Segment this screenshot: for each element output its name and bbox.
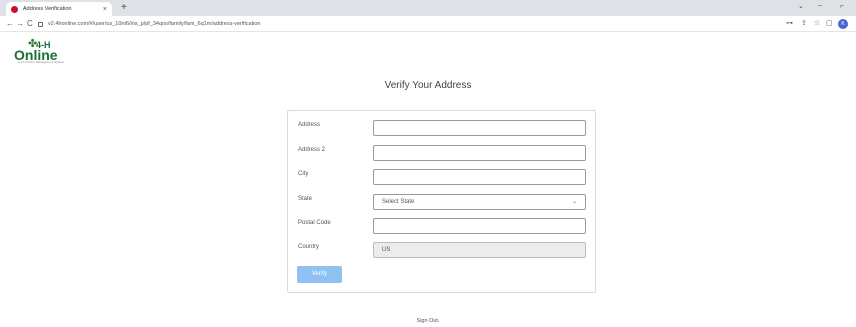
city-label: City xyxy=(298,171,309,177)
tab-search-icon[interactable]: ⌄ xyxy=(798,2,804,12)
tab-close-icon[interactable]: × xyxy=(103,6,107,13)
country-input: US xyxy=(373,242,586,258)
logo-tagline: A 4-H Online Management System xyxy=(18,60,65,64)
share-icon[interactable]: ⇪ xyxy=(801,19,807,29)
address-row: Address xyxy=(288,120,597,138)
browser-tab-strip: Address Verification × + ⌄ − ⌐ xyxy=(0,0,856,16)
back-button[interactable]: ← xyxy=(6,18,14,29)
sign-out-link[interactable]: Sign Out. xyxy=(0,318,856,324)
state-selected-value: Select State xyxy=(382,199,415,205)
address-form-card: Address Address 2 City State Select Stat… xyxy=(287,110,596,293)
address-label: Address xyxy=(298,122,321,128)
new-tab-button[interactable]: + xyxy=(121,1,127,15)
address2-row: Address 2 xyxy=(288,145,597,163)
lock-icon xyxy=(38,21,43,27)
favicon-icon xyxy=(11,5,18,13)
profile-avatar[interactable]: K xyxy=(838,19,848,29)
country-row: Country US xyxy=(288,242,597,260)
chevron-down-icon: ⌄ xyxy=(571,199,577,205)
country-label: Country xyxy=(298,244,320,250)
url-text: v2.4honline.com/#/user/us_10nt6/ins_p/pf… xyxy=(48,21,261,27)
side-panel-icon[interactable]: ▢ xyxy=(826,19,833,29)
address2-input[interactable] xyxy=(373,145,586,161)
state-select[interactable]: Select State ⌄ xyxy=(373,194,586,210)
browser-toolbar: ← → C v2.4honline.com/#/user/us_10nt6/in… xyxy=(0,16,856,32)
state-label: State xyxy=(298,196,313,202)
reload-button[interactable]: C xyxy=(27,18,33,29)
url-bar[interactable]: v2.4honline.com/#/user/us_10nt6/ins_p/pf… xyxy=(38,19,788,29)
city-row: City xyxy=(288,169,597,187)
site-logo[interactable]: ✤ 4-H Online A 4-H Online Management Sys… xyxy=(14,38,74,66)
bookmark-star-icon[interactable]: ☆ xyxy=(814,19,820,29)
address2-label: Address 2 xyxy=(298,147,326,153)
postal-row: Postal Code xyxy=(288,218,597,236)
postal-code-label: Postal Code xyxy=(298,220,331,226)
minimize-button[interactable]: − xyxy=(818,2,822,12)
forward-button[interactable]: → xyxy=(16,18,24,29)
key-icon[interactable]: ⊶ xyxy=(786,19,793,29)
tab-title: Address Verification xyxy=(23,6,72,12)
state-row: State Select State ⌄ xyxy=(288,194,597,212)
browser-tab[interactable]: Address Verification × xyxy=(6,2,112,16)
restore-button[interactable]: ⌐ xyxy=(840,2,844,12)
address-input[interactable] xyxy=(373,120,586,136)
verify-button[interactable]: Verify xyxy=(297,266,342,283)
postal-code-input[interactable] xyxy=(373,218,586,234)
page-title: Verify Your Address xyxy=(384,80,472,91)
city-input[interactable] xyxy=(373,169,586,185)
